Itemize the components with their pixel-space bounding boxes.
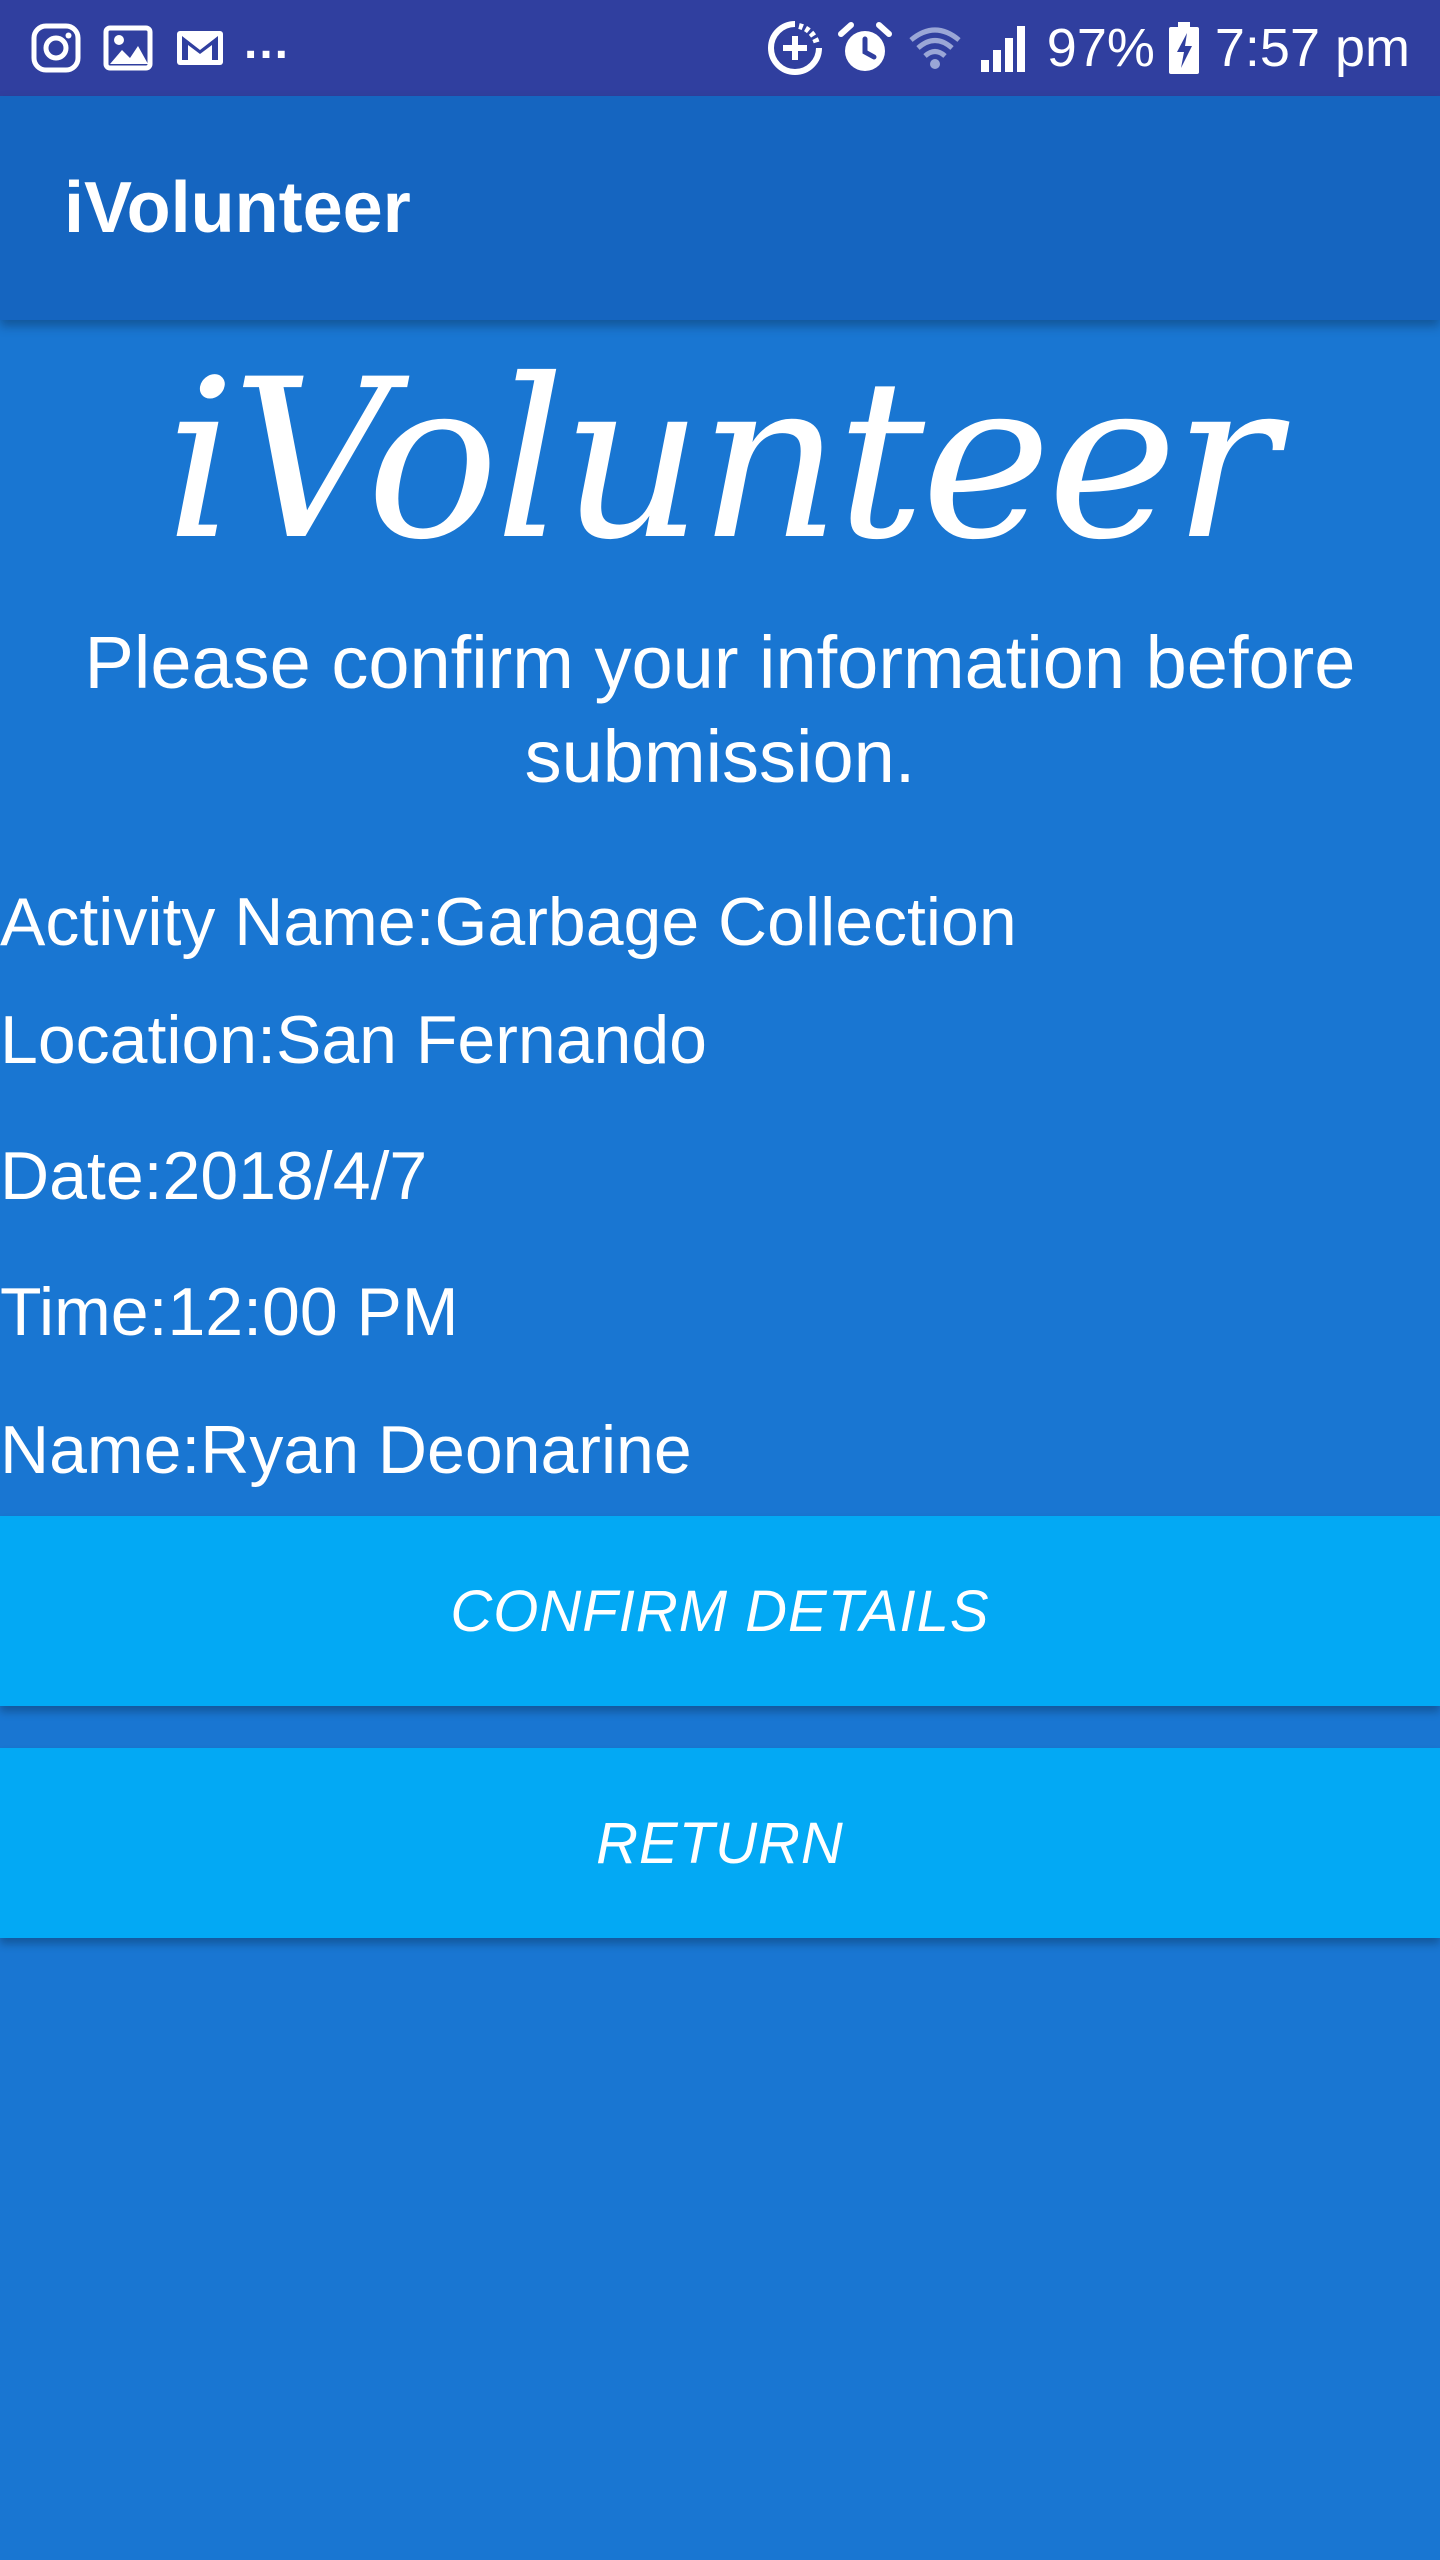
app-bar-title: iVolunteer bbox=[64, 168, 411, 248]
app-logo: iVolunteer bbox=[165, 332, 1278, 588]
activity-name-text: Activity Name:Garbage Collection bbox=[0, 884, 1017, 960]
confirmation-prompt: Please confirm your information before s… bbox=[84, 621, 1356, 798]
location-text: Location:San Fernando bbox=[0, 1002, 707, 1078]
confirm-details-button[interactable]: CONFIRM DETAILS bbox=[0, 1516, 1440, 1706]
return-label: RETURN bbox=[596, 1810, 844, 1876]
status-bar: ... 97% 7:57 pm bbox=[0, 0, 1440, 96]
battery-percent: 97% bbox=[1046, 18, 1155, 78]
battery-charging-icon bbox=[1167, 20, 1201, 76]
time-text: Time:12:00 PM bbox=[0, 1274, 459, 1350]
volunteer-name-text: Name:Ryan Deonarine bbox=[0, 1412, 692, 1488]
return-button[interactable]: RETURN bbox=[0, 1748, 1440, 1938]
signal-icon bbox=[977, 20, 1033, 76]
instagram-icon bbox=[28, 20, 84, 76]
app-bar: iVolunteer bbox=[0, 96, 1440, 320]
system-icons: 97% 7:57 pm bbox=[767, 20, 1410, 76]
alarm-icon bbox=[837, 20, 893, 76]
data-saver-icon bbox=[767, 20, 823, 76]
image-icon bbox=[100, 20, 156, 76]
notification-icons: ... bbox=[28, 16, 291, 76]
clock: 7:57 pm bbox=[1214, 18, 1410, 78]
confirm-details-label: CONFIRM DETAILS bbox=[450, 1578, 990, 1644]
date-text: Date:2018/4/7 bbox=[0, 1138, 428, 1214]
wifi-icon bbox=[907, 20, 963, 76]
gmail-icon bbox=[172, 20, 228, 76]
more-notifications-indicator: ... bbox=[244, 16, 291, 69]
